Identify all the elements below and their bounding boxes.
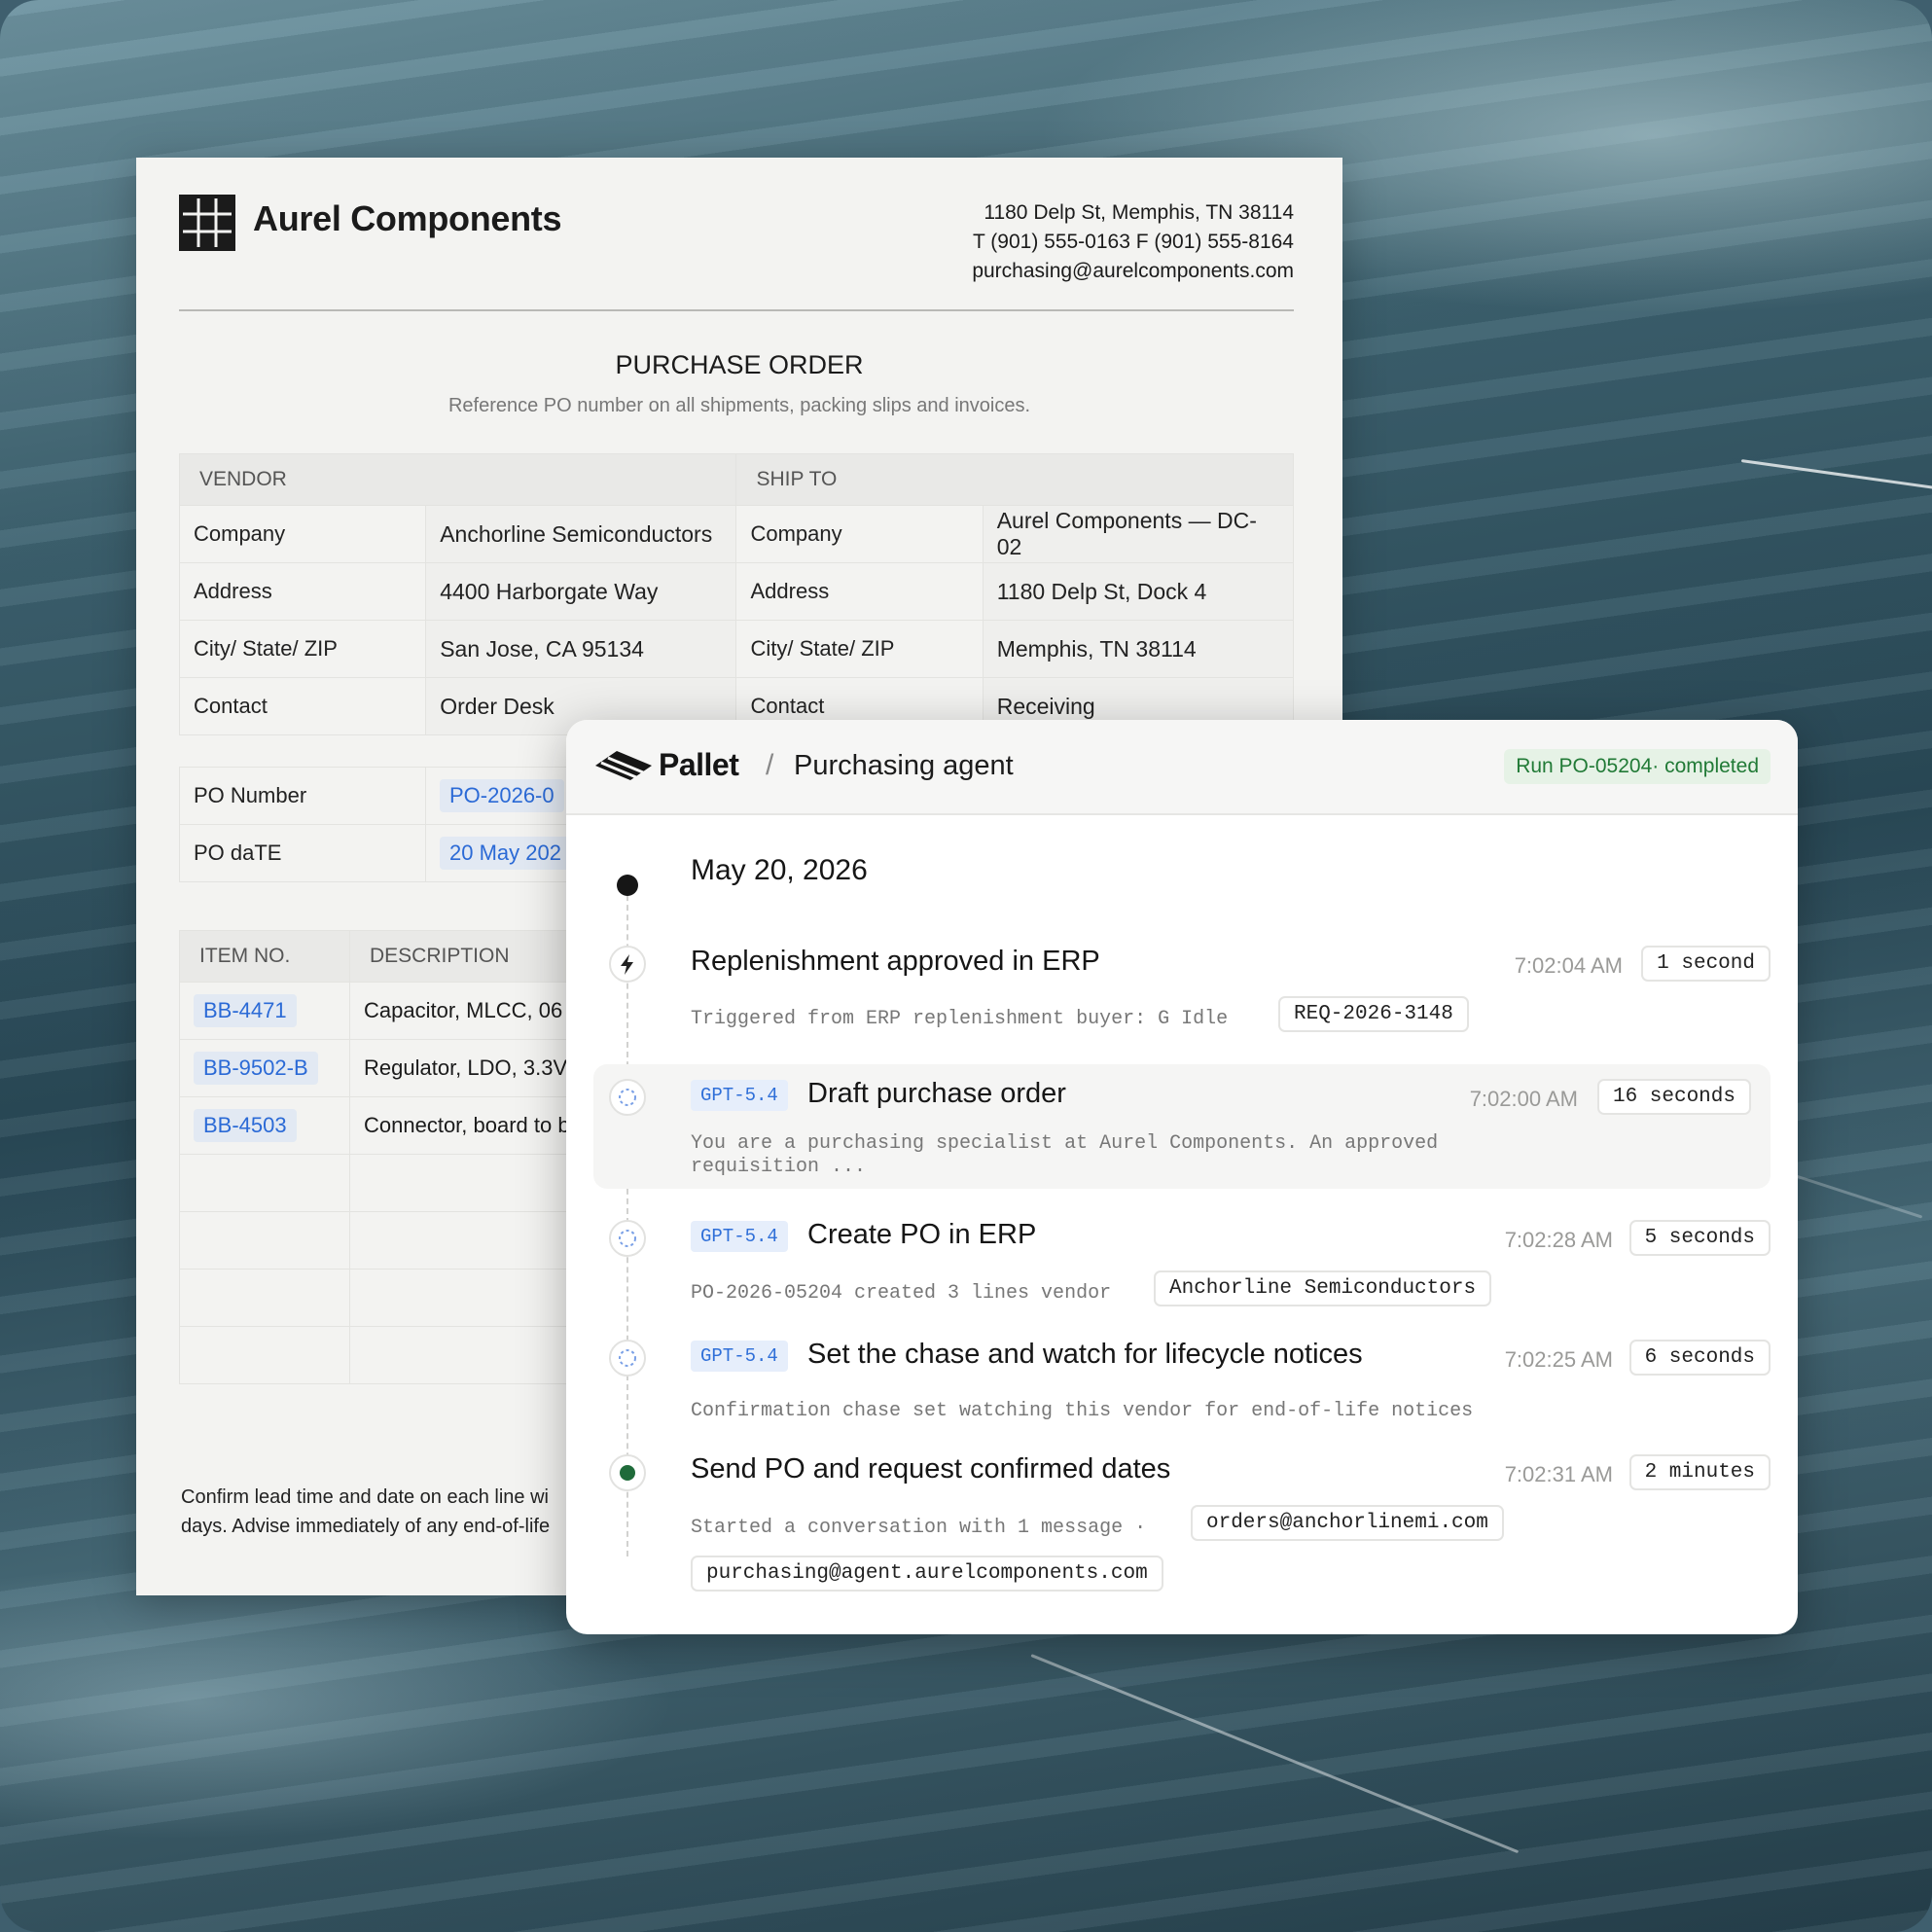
item-no-cell: BB-4471 xyxy=(179,982,350,1040)
company-contact-block: 1180 Delp St, Memphis, TN 38114 T (901) … xyxy=(972,198,1294,286)
vendor-header: VENDOR xyxy=(178,453,737,506)
ship-label: City/ State/ ZIP xyxy=(735,620,984,678)
event-title[interactable]: Set the chase and watch for lifecycle no… xyxy=(807,1339,1363,1371)
event-description: You are a purchasing specialist at Aurel… xyxy=(691,1132,1439,1155)
vendor-label: Address xyxy=(178,562,427,621)
table-row: City/ State/ ZIP San Jose, CA 95134 City… xyxy=(178,620,1295,678)
ship-label: Address xyxy=(735,562,984,621)
spinner-icon xyxy=(609,1340,646,1377)
item-number: BB-4471 xyxy=(194,994,297,1027)
event-time: 7:02:04 AM xyxy=(1514,953,1623,978)
vendor-label: Company xyxy=(178,505,427,563)
ship-value: Memphis, TN 38114 xyxy=(982,620,1295,678)
model-tag: GPT-5.4 xyxy=(691,1221,788,1252)
agent-run-panel: Pallet / Purchasing agent Run PO-05204· … xyxy=(566,720,1798,1634)
footer-line: days. Advise immediately of any end-of-l… xyxy=(181,1516,551,1537)
model-tag: GPT-5.4 xyxy=(691,1080,788,1111)
message-icon xyxy=(609,1454,646,1491)
email-chip[interactable]: purchasing@agent.aurelcomponents.com xyxy=(691,1556,1163,1592)
light-streak xyxy=(1740,459,1932,489)
vendor-value: 4400 Harborgate Way xyxy=(425,562,737,621)
lightning-icon xyxy=(609,946,646,983)
item-no-cell: BB-4503 xyxy=(179,1096,350,1155)
event-description: Confirmation chase set watching this ven… xyxy=(691,1400,1474,1422)
breadcrumb-separator: / xyxy=(766,749,774,781)
panel-header: Pallet / Purchasing agent Run PO-05204· … xyxy=(566,720,1798,815)
run-status-badge: Run PO-05204· completed xyxy=(1504,749,1771,784)
footer-note: Confirm lead time and date on each line … xyxy=(181,1483,590,1541)
spinner-icon xyxy=(609,1220,646,1257)
event-duration: 5 seconds xyxy=(1628,1220,1771,1256)
event-time: 7:02:25 AM xyxy=(1504,1347,1613,1372)
event-description: Started a conversation with 1 message · xyxy=(691,1517,1147,1539)
event-duration: 1 second xyxy=(1641,946,1771,982)
vendor-chip[interactable]: Anchorline Semiconductors xyxy=(1154,1270,1492,1306)
vendor-shipto-table: VENDOR SHIP TO Company Anchorline Semico… xyxy=(178,453,1295,735)
po-number-label: PO Number xyxy=(179,767,426,825)
pallet-logo-icon xyxy=(595,751,652,780)
event-duration: 6 seconds xyxy=(1628,1340,1771,1376)
event-time: 7:02:00 AM xyxy=(1469,1087,1578,1111)
spinner-icon xyxy=(609,1079,646,1116)
item-no-cell: BB-9502-B xyxy=(179,1039,350,1097)
brand-name[interactable]: Pallet xyxy=(659,747,739,783)
company-address: 1180 Delp St, Memphis, TN 38114 xyxy=(984,201,1294,224)
po-number-value: PO-2026-0 xyxy=(440,779,564,812)
model-tag: GPT-5.4 xyxy=(691,1341,788,1372)
vendor-value: Anchorline Semiconductors xyxy=(425,505,737,563)
timeline-date: May 20, 2026 xyxy=(691,854,868,886)
email-chip[interactable]: orders@anchorlinemi.com xyxy=(1191,1505,1504,1541)
ship-to-header: SHIP TO xyxy=(735,453,1294,506)
breadcrumb-page[interactable]: Purchasing agent xyxy=(794,750,1014,782)
company-name: Aurel Components xyxy=(253,198,562,238)
header-divider xyxy=(179,309,1294,311)
requisition-chip[interactable]: REQ-2026-3148 xyxy=(1278,996,1469,1032)
vendor-label: City/ State/ ZIP xyxy=(178,620,427,678)
ship-value: 1180 Delp St, Dock 4 xyxy=(982,562,1295,621)
company-phone: T (901) 555-0163 F (901) 555-8164 xyxy=(973,231,1294,253)
ship-label: Company xyxy=(735,505,984,563)
event-duration: 2 minutes xyxy=(1628,1454,1771,1490)
event-title[interactable]: Draft purchase order xyxy=(807,1078,1066,1110)
item-number: BB-9502-B xyxy=(194,1052,318,1085)
event-time: 7:02:28 AM xyxy=(1504,1228,1613,1252)
table-row: Company Anchorline Semiconductors Compan… xyxy=(178,505,1295,563)
date-marker-icon xyxy=(617,875,638,896)
document-subtitle: Reference PO number on all shipments, pa… xyxy=(447,395,1031,416)
light-streak xyxy=(1030,1654,1520,1854)
vendor-label: Contact xyxy=(178,677,427,735)
po-date-value: 20 May 202 xyxy=(440,837,571,870)
ship-value: Aurel Components — DC-02 xyxy=(982,505,1295,563)
event-title[interactable]: Send PO and request confirmed dates xyxy=(691,1453,1170,1485)
event-time: 7:02:31 AM xyxy=(1504,1462,1613,1486)
event-title[interactable]: Create PO in ERP xyxy=(807,1219,1036,1251)
table-row: Address 4400 Harborgate Way Address 1180… xyxy=(178,562,1295,621)
document-title: PURCHASE ORDER xyxy=(615,350,864,379)
item-no-header: ITEM NO. xyxy=(179,930,350,983)
event-duration: 16 seconds xyxy=(1596,1079,1751,1115)
company-email: purchasing@aurelcomponents.com xyxy=(972,260,1294,282)
company-logo-icon xyxy=(179,195,235,251)
event-description: requisition ... xyxy=(691,1156,867,1178)
footer-line: Confirm lead time and date on each line … xyxy=(181,1486,549,1508)
vendor-value: San Jose, CA 95134 xyxy=(425,620,737,678)
po-date-label: PO daTE xyxy=(179,824,426,882)
event-title[interactable]: Replenishment approved in ERP xyxy=(691,946,1100,978)
item-number: BB-4503 xyxy=(194,1109,297,1142)
event-description: PO-2026-05204 created 3 lines vendor xyxy=(691,1282,1112,1305)
event-description: Triggered from ERP replenishment buyer: … xyxy=(691,1008,1229,1030)
